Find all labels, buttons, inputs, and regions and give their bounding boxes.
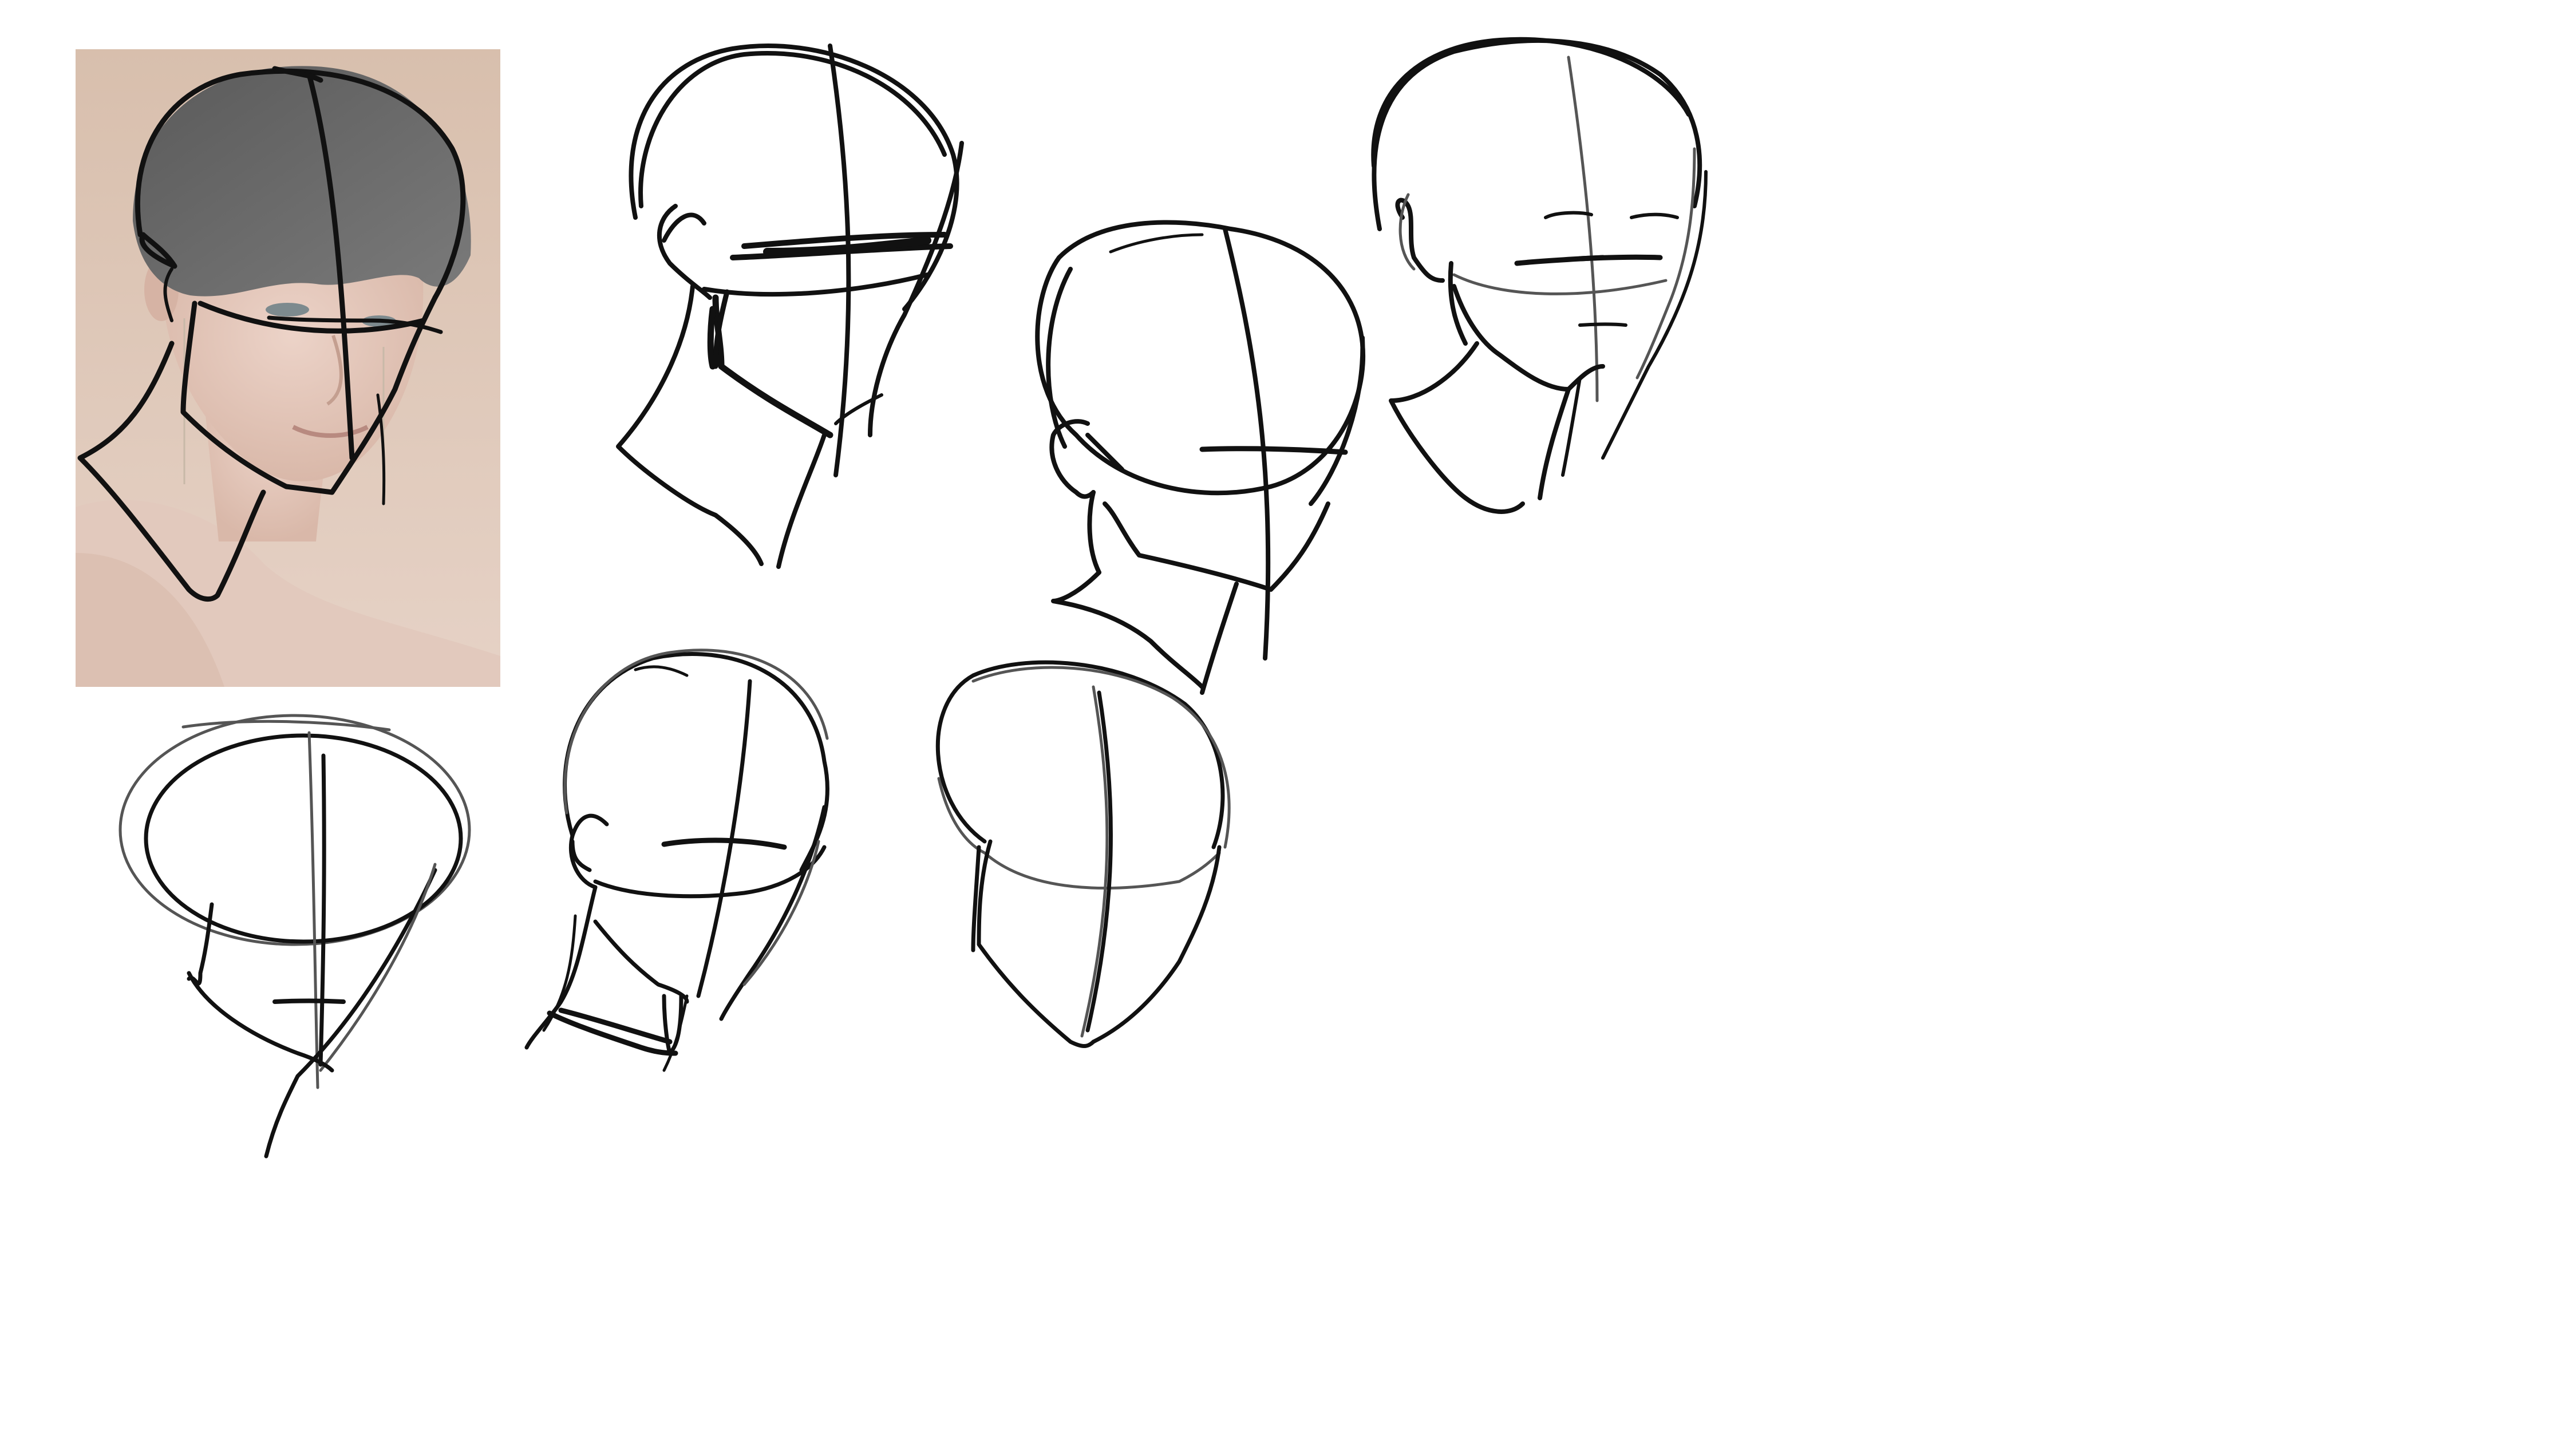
sketch-layer	[77, 37, 1708, 1159]
head-sketch-1	[616, 44, 964, 569]
head-sketch-6	[935, 660, 1231, 1048]
drawing-canvas[interactable]	[0, 0, 2576, 1431]
photo-overlay-sketch	[77, 66, 466, 602]
head-sketch-5	[524, 649, 829, 1072]
head-sketch-2	[1035, 220, 1365, 695]
head-sketch-4	[118, 714, 471, 1159]
head-sketch-3	[1371, 37, 1708, 514]
